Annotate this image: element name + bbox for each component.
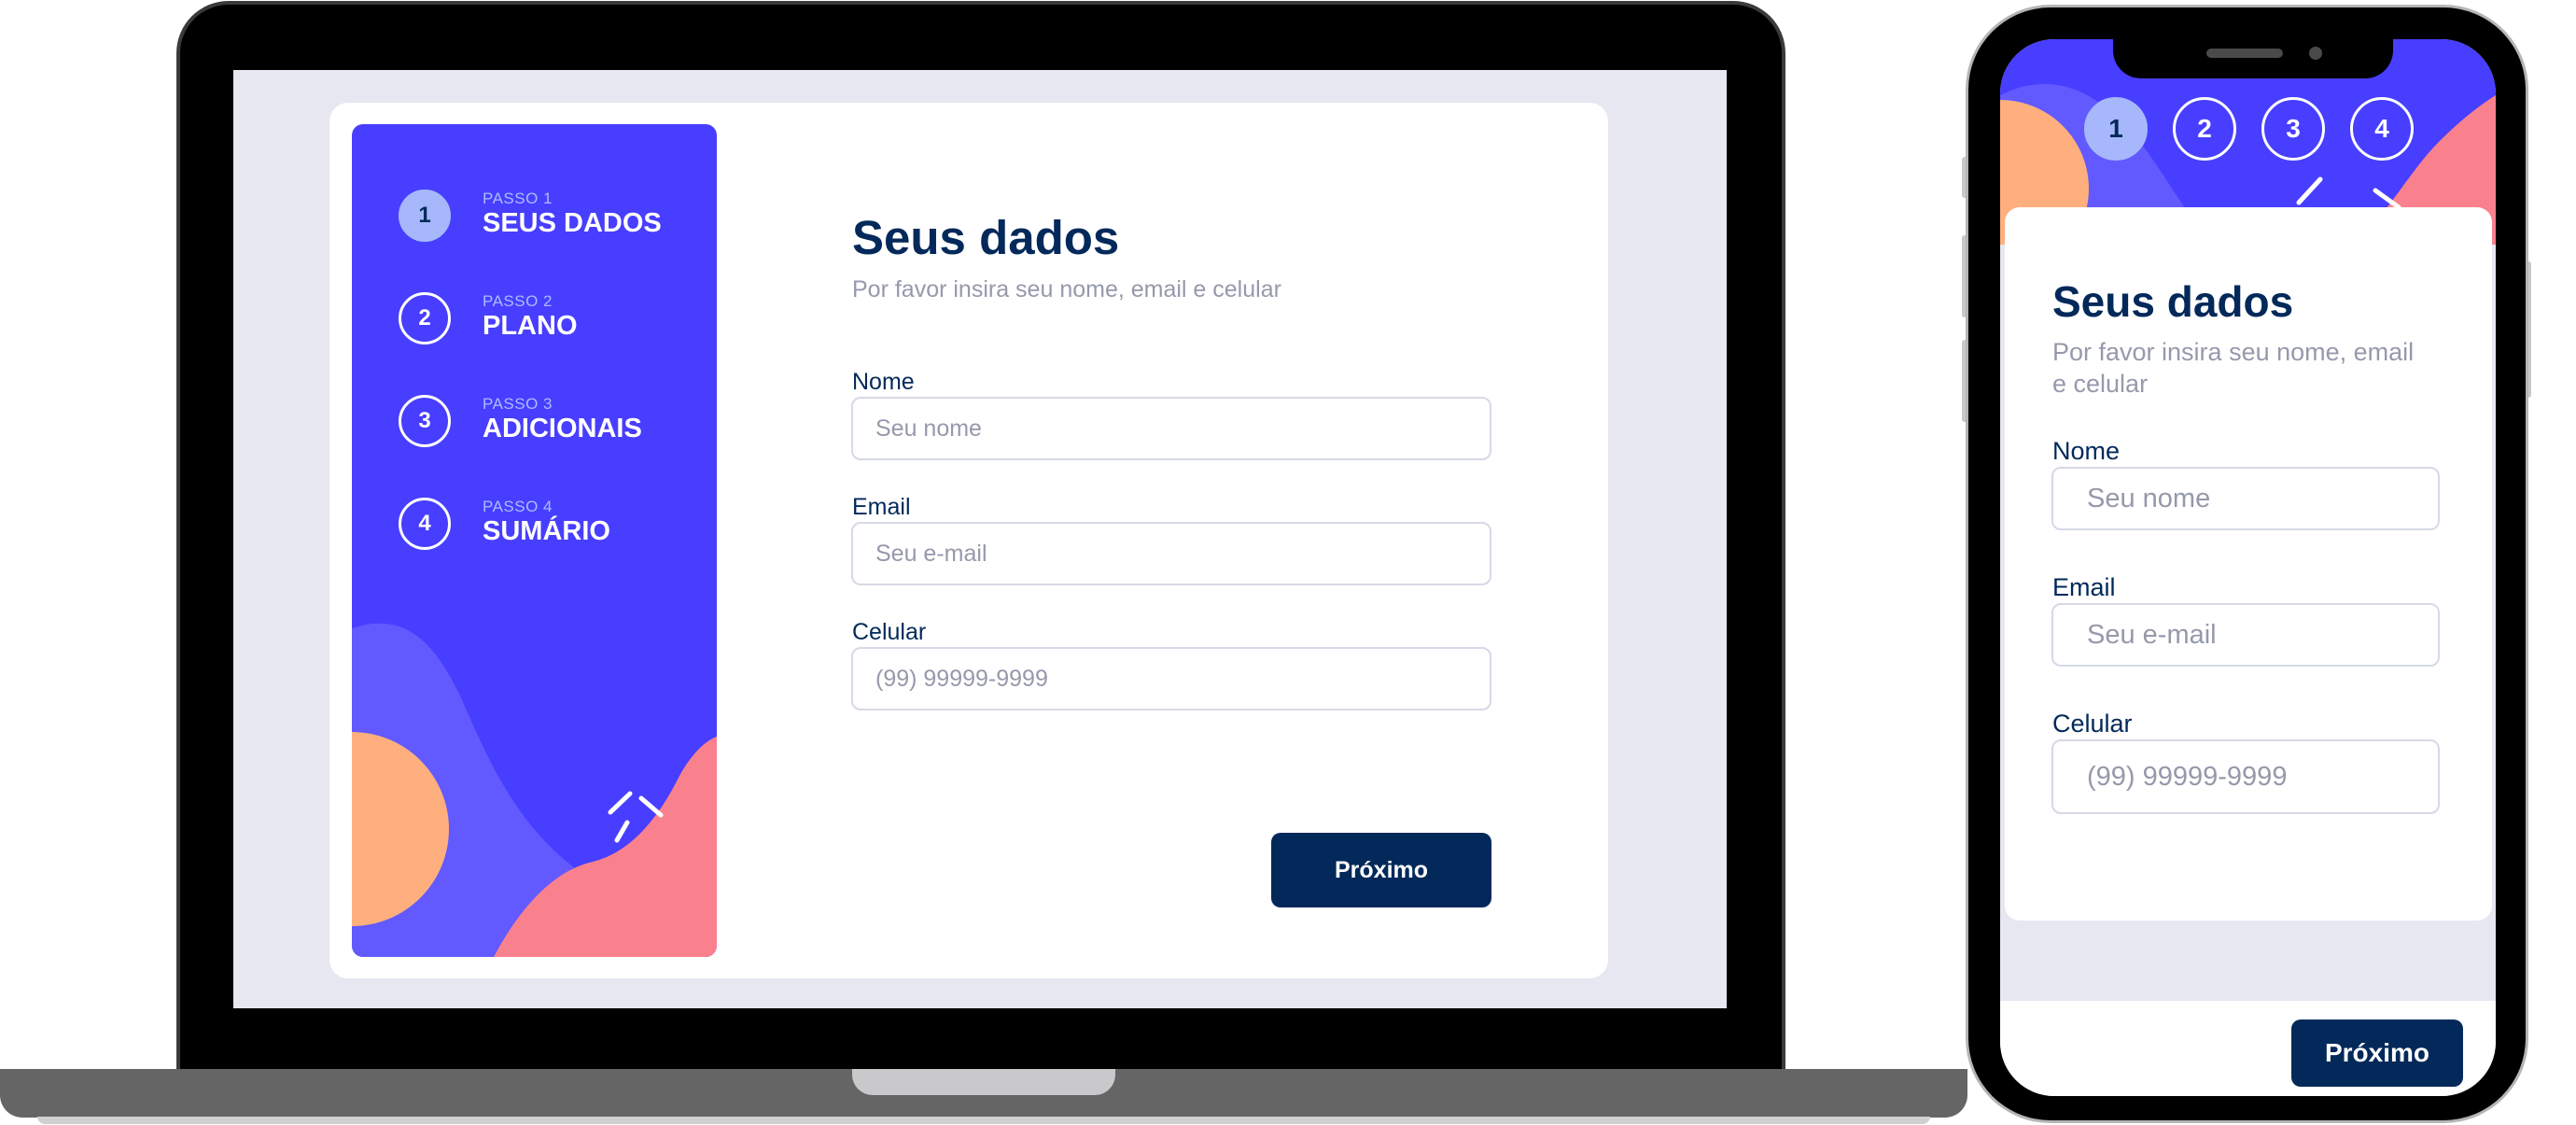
phone-input[interactable] xyxy=(851,647,1491,710)
email-input[interactable] xyxy=(851,522,1491,585)
mobile-subtitle-line-2: e celular xyxy=(2052,370,2149,398)
mobile-next-button[interactable]: Próximo xyxy=(2291,1020,2463,1087)
mobile-subtitle-line-1: Por favor insira seu nome, email xyxy=(2052,338,2415,366)
step-number-badge: 1 xyxy=(399,190,451,242)
phone-side-button-power xyxy=(2526,261,2531,398)
step-title: ADICIONAIS xyxy=(483,414,642,443)
name-field-label: Nome xyxy=(852,369,915,395)
mobile-step-1[interactable]: 1 xyxy=(2084,97,2148,161)
step-caption: PASSO 4 xyxy=(483,498,553,515)
phone-notch xyxy=(2113,37,2393,78)
laptop-notch xyxy=(852,1069,1115,1095)
phone-side-button-volume-down xyxy=(1962,340,1967,422)
mobile-email-input[interactable] xyxy=(2051,603,2440,667)
step-title: PLANO xyxy=(483,311,578,341)
mobile-email-field-label: Email xyxy=(2052,573,2116,601)
sidebar-sparkle-line-3 xyxy=(614,820,630,843)
mobile-step-2[interactable]: 2 xyxy=(2173,97,2236,161)
mobile-step-4[interactable]: 4 xyxy=(2350,97,2414,161)
mobile-name-field-label: Nome xyxy=(2052,437,2121,465)
phone-speaker xyxy=(2206,49,2283,58)
mobile-phone-input[interactable] xyxy=(2051,739,2440,814)
step-title: SEUS DADOS xyxy=(483,208,662,238)
name-input[interactable] xyxy=(851,397,1491,460)
laptop-base-shadow xyxy=(37,1117,1930,1124)
phone-field-label: Celular xyxy=(852,619,927,645)
mobile-name-input[interactable] xyxy=(2051,467,2440,530)
next-button[interactable]: Próximo xyxy=(1271,833,1491,907)
mobile-step-3[interactable]: 3 xyxy=(2261,97,2325,161)
phone-side-button-volume-up xyxy=(1962,235,1967,317)
mobile-page-title: Seus dados xyxy=(2052,277,2294,326)
step-caption: PASSO 3 xyxy=(483,395,553,413)
steps-sidebar: 1 PASSO 1 SEUS DADOS 2 PASSO 2 PLANO 3 P… xyxy=(352,124,717,957)
phone-side-button-mute xyxy=(1962,157,1967,198)
phone-camera xyxy=(2309,47,2322,60)
email-field-label: Email xyxy=(852,494,911,520)
step-number-badge: 2 xyxy=(399,292,451,345)
mobile-phone-field-label: Celular xyxy=(2052,710,2133,738)
step-title: SUMÁRIO xyxy=(483,516,610,546)
step-caption: PASSO 2 xyxy=(483,292,553,310)
step-number-badge: 3 xyxy=(399,395,451,447)
page-subtitle: Por favor insira seu nome, email e celul… xyxy=(852,276,1281,302)
sidebar-sparkle-line-2 xyxy=(638,795,664,818)
step-caption: PASSO 1 xyxy=(483,190,553,207)
step-number-badge: 4 xyxy=(399,498,451,550)
page-title: Seus dados xyxy=(852,211,1120,264)
sidebar-sparkle-line-1 xyxy=(608,791,633,815)
